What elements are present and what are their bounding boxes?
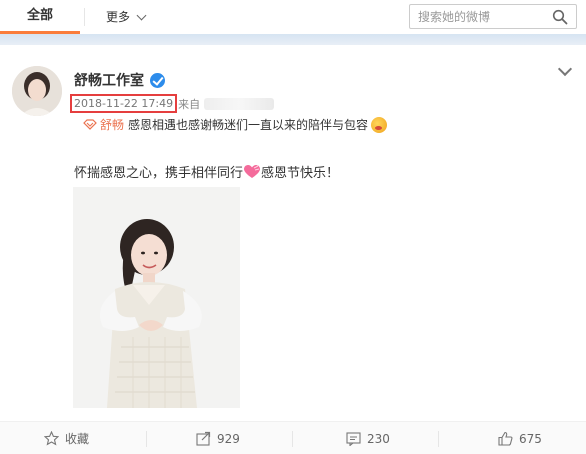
post-body-start: 怀揣感恩之心，携手相伴同行 — [74, 166, 244, 181]
comment-icon — [346, 432, 361, 446]
action-divider — [146, 431, 147, 447]
verified-badge-icon — [150, 72, 165, 88]
repost-text: 感恩相遇也感谢畅迷们一直以来的陪伴与包容 — [128, 118, 369, 132]
repost-count: 929 — [217, 431, 240, 446]
search-icon[interactable] — [552, 9, 568, 25]
post-body-end: 感恩节快乐！ — [261, 166, 340, 181]
tab-more[interactable]: 更多 — [106, 0, 147, 34]
post-menu-chevron-icon[interactable] — [557, 61, 573, 77]
search-input[interactable] — [410, 5, 550, 28]
action-divider — [292, 431, 293, 447]
post-body: 怀揣感恩之心，携手相伴同行 感恩节快乐！ — [74, 162, 339, 181]
avatar[interactable] — [12, 66, 62, 116]
post-photo-image — [73, 187, 240, 408]
header-divider — [0, 34, 586, 45]
comment-count: 230 — [367, 431, 390, 446]
search-box — [409, 4, 577, 29]
post-timestamp[interactable]: 2018-11-22 17:49 — [70, 94, 178, 113]
like-count: 675 — [519, 431, 542, 446]
tab-all[interactable]: 全部 — [0, 0, 80, 34]
action-bar: 收藏 929 230 675 — [0, 421, 586, 454]
heart-emoji-icon — [244, 164, 261, 178]
top-nav: 全部 更多 — [0, 0, 586, 34]
post-meta: 2018-11-22 17:49 来自 — [70, 94, 275, 113]
like-button[interactable]: 675 — [498, 422, 542, 454]
repost-author[interactable]: 舒畅 — [100, 116, 124, 133]
author-name[interactable]: 舒畅工作室 — [74, 70, 144, 90]
thumbs-up-icon — [498, 431, 513, 446]
repost-icon — [196, 431, 211, 446]
tab-divider — [84, 8, 85, 26]
blurred-source — [204, 97, 275, 110]
avatar-image — [12, 66, 62, 116]
source-prefix: 来自 — [178, 97, 201, 111]
tab-more-label: 更多 — [106, 10, 131, 24]
repost-button[interactable]: 929 — [196, 422, 240, 454]
repost-line: 舒畅 感恩相遇也感谢畅迷们一直以来的陪伴与包容 — [83, 116, 388, 133]
post-photo[interactable] — [73, 187, 240, 408]
repost-badge-icon — [83, 119, 97, 130]
comment-button[interactable]: 230 — [346, 422, 390, 454]
kiss-emoji-icon — [371, 116, 388, 133]
action-divider — [438, 431, 439, 447]
chevron-down-icon — [136, 10, 147, 20]
favorite-label: 收藏 — [65, 432, 90, 446]
star-icon — [44, 431, 59, 446]
favorite-button[interactable]: 收藏 — [44, 422, 89, 454]
author-name-row: 舒畅工作室 — [74, 70, 165, 90]
